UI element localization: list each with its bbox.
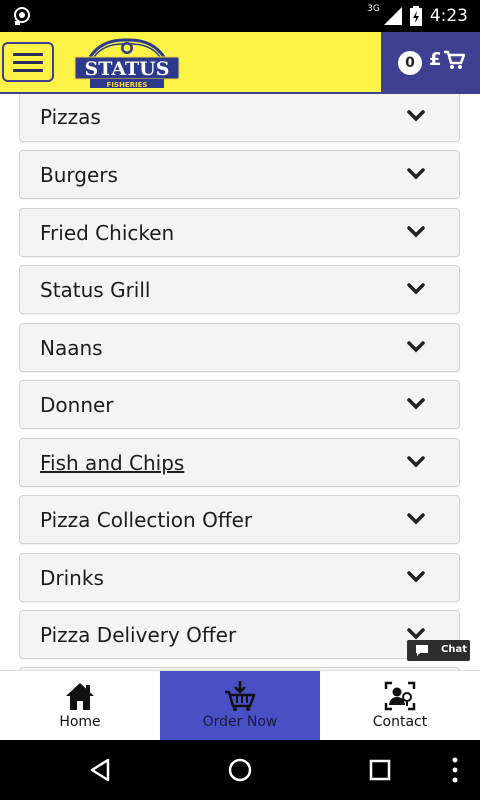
svg-text:STATUS: STATUS — [85, 58, 170, 80]
app-header: STATUS FISHERIES 0 £ — [0, 32, 480, 94]
nav-home-label: Home — [59, 714, 101, 730]
recents-icon[interactable] — [369, 759, 391, 781]
home-icon — [66, 683, 94, 710]
menu-line-icon — [13, 53, 43, 56]
chevron-down-icon — [407, 571, 425, 583]
network-type: 3G — [367, 4, 380, 14]
category-list: Pizzas Burgers Fried Chicken Status Gril… — [0, 94, 480, 670]
category-label: Pizza Delivery Offer — [40, 623, 237, 647]
chevron-down-icon — [407, 110, 425, 122]
chevron-down-icon — [407, 283, 425, 295]
chevron-down-icon — [407, 168, 425, 180]
contact-icon — [384, 681, 416, 711]
category-pizza-delivery-offer[interactable]: Pizza Delivery Offer — [19, 610, 460, 659]
bottom-nav: Home Order Now Contact — [0, 670, 480, 741]
chat-button[interactable]: Chat — [407, 640, 470, 661]
battery-icon — [409, 6, 422, 26]
chat-label: Chat — [441, 644, 467, 655]
category-label: Pizza Collection Offer — [40, 508, 253, 532]
hamburger-menu-button[interactable] — [2, 42, 54, 82]
category-status-grill[interactable]: Status Grill — [19, 265, 460, 314]
cart-count-badge: 0 — [398, 51, 422, 75]
chevron-down-icon — [407, 628, 425, 640]
nav-order-now-label: Order Now — [202, 714, 278, 730]
category-pizza-collection-offer[interactable]: Pizza Collection Offer — [19, 495, 460, 544]
nav-contact-label: Contact — [372, 714, 428, 730]
category-label: Fish and Chips — [40, 451, 185, 475]
nav-order-now[interactable]: Order Now — [160, 671, 320, 741]
status-bar: 3G 4:23 — [0, 0, 480, 32]
chevron-down-icon — [407, 456, 425, 468]
shopping-cart-icon — [444, 50, 465, 69]
category-label: Naans — [40, 336, 103, 360]
chevron-down-icon — [407, 513, 425, 525]
category-label: Pizzas — [40, 105, 101, 129]
category-label: Drinks — [40, 566, 104, 590]
status-fisheries-logo[interactable]: STATUS FISHERIES — [72, 37, 182, 91]
nav-home[interactable]: Home — [0, 671, 160, 741]
cart-button[interactable]: 0 £ — [381, 32, 480, 92]
back-icon[interactable] — [88, 758, 112, 782]
chevron-down-icon — [407, 226, 425, 238]
category-naans[interactable]: Naans — [19, 323, 460, 372]
category-pizzas[interactable]: Pizzas — [19, 94, 460, 142]
menu-line-icon — [13, 69, 43, 72]
category-donner[interactable]: Donner — [19, 380, 460, 429]
category-label: Donner — [40, 393, 114, 417]
chat-bubble-icon — [416, 645, 428, 656]
category-fish-and-chips[interactable]: Fish and Chips — [19, 438, 460, 487]
basket-download-icon — [225, 681, 256, 711]
category-fried-chicken[interactable]: Fried Chicken — [19, 208, 460, 257]
system-nav-bar — [0, 740, 480, 800]
home-circle-icon[interactable] — [228, 758, 252, 782]
category-label: Status Grill — [40, 278, 151, 302]
notification-icon — [14, 7, 30, 25]
nav-contact[interactable]: Contact — [320, 671, 480, 741]
category-drinks[interactable]: Drinks — [19, 553, 460, 602]
menu-line-icon — [13, 61, 43, 64]
signal-icon — [383, 7, 402, 25]
chevron-down-icon — [407, 398, 425, 410]
category-burgers[interactable]: Burgers — [19, 150, 460, 199]
clock: 4:23 — [429, 6, 468, 26]
category-label: Fried Chicken — [40, 221, 175, 245]
category-label: Burgers — [40, 163, 118, 187]
chevron-down-icon — [407, 341, 425, 353]
svg-text:FISHERIES: FISHERIES — [107, 81, 148, 89]
more-options-icon[interactable] — [450, 756, 460, 784]
cart-currency: £ — [429, 49, 442, 70]
